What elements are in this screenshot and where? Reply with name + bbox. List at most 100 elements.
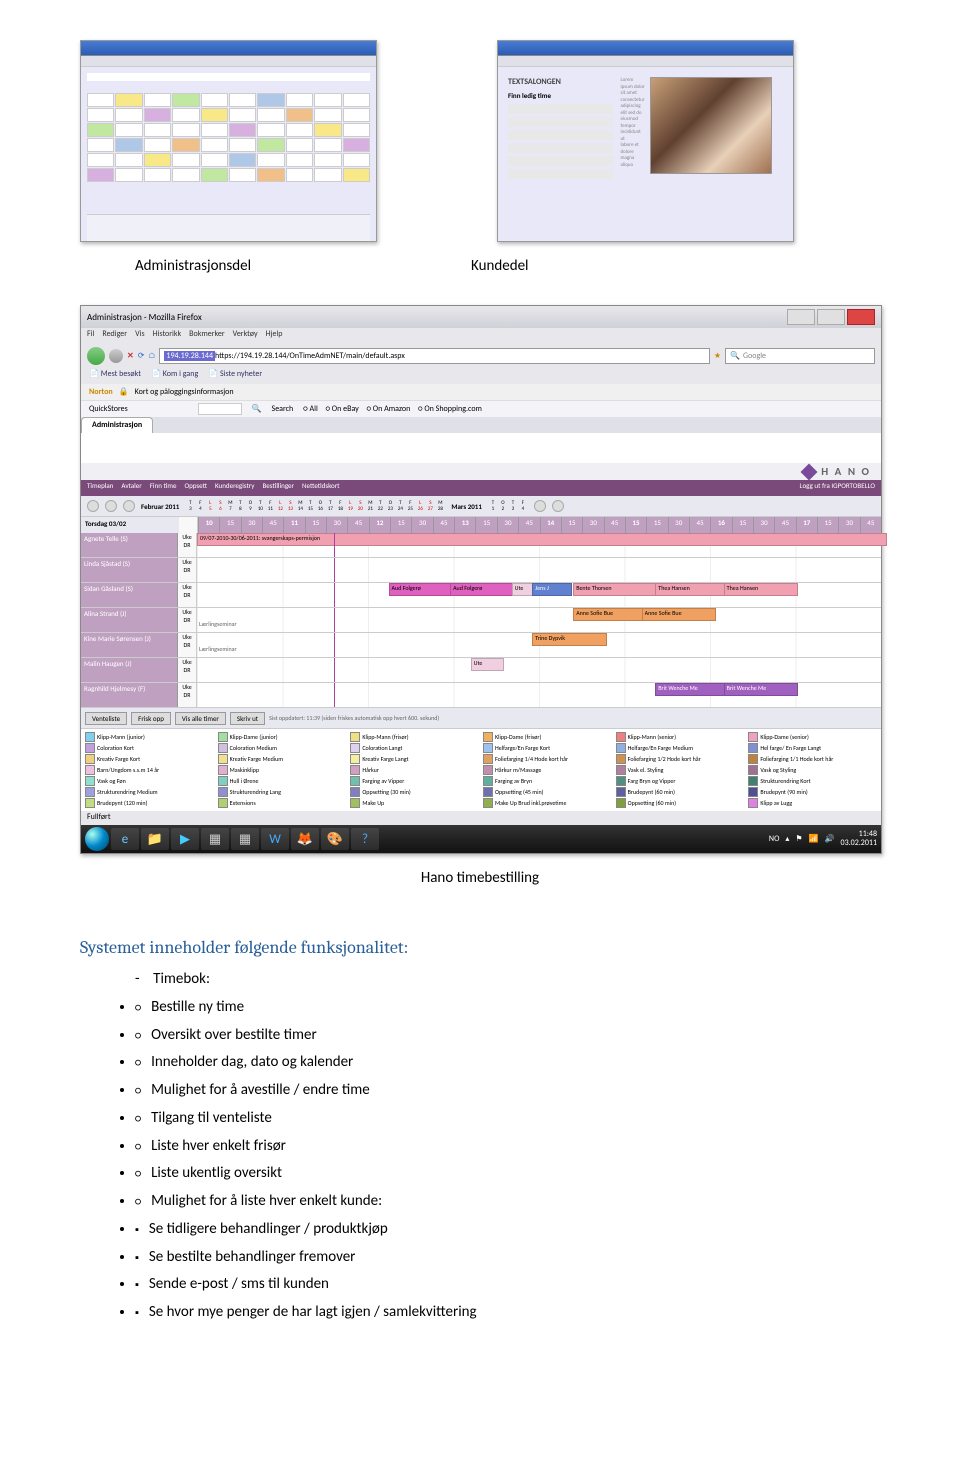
appointment[interactable]: Trine Dypvik	[532, 633, 606, 646]
appointment[interactable]: Bente Thorsen	[573, 583, 661, 596]
word-icon[interactable]: W	[261, 828, 289, 850]
legend-item: Farging av Vipper	[350, 776, 479, 786]
qs-search-field[interactable]	[198, 403, 242, 415]
app-icon-2[interactable]: ▦	[231, 828, 259, 850]
start-button[interactable]	[85, 827, 109, 851]
forward-button[interactable]	[109, 349, 123, 363]
legend-item: Kreativ Farge Langt	[350, 754, 479, 764]
firefox-screenshot: Administrasjon - Mozilla Firefox FilRedi…	[80, 305, 882, 854]
appointment[interactable]: Anne Sofie Bue	[573, 608, 647, 621]
date-next[interactable]	[534, 500, 546, 512]
qs-radio[interactable]: ○ On Shopping.com	[418, 404, 482, 414]
legend-item: Strukturendring Lang	[218, 787, 347, 797]
stop-icon[interactable]: ✕	[127, 351, 134, 361]
menu-item[interactable]: Rediger	[102, 329, 127, 343]
bookmark-item[interactable]: 📄 Mest besøkt	[89, 369, 141, 383]
menu-item[interactable]: Fil	[87, 329, 94, 343]
action-button[interactable]: Venteliste	[85, 712, 127, 725]
staff-row: Agnete Telle (S)UkeDR09/07-2010-30/06-20…	[81, 533, 881, 558]
appointment[interactable]: Aud Folgerø	[450, 583, 518, 596]
qs-radio[interactable]: ○ All	[303, 404, 319, 414]
tray-up-icon[interactable]: ▴	[785, 834, 789, 844]
app-menu-item[interactable]: Finn time	[150, 481, 177, 495]
ie-icon[interactable]: e	[111, 828, 139, 850]
staff-row: Malin Haugen (J)UkeDRUte	[81, 658, 881, 683]
staff-row: Ragnhild Hjelmesy (F)UkeDRBrit Wenche Me…	[81, 683, 881, 708]
legend-item: Make Up Brud inkl.prøvetime	[483, 798, 612, 808]
thumbnail-labels: Administrasjonsdel Kundedel	[135, 257, 880, 275]
appointment[interactable]: Brit Wenche Me	[724, 683, 798, 696]
date-prev3[interactable]	[123, 500, 135, 512]
appointment[interactable]: Brit Wenche Me	[655, 683, 729, 696]
menu-item[interactable]: Vis	[135, 329, 145, 343]
calendar-content: Torsdag 03/02 10153045111530451215304513…	[81, 517, 881, 811]
thumbnails-row: TEXTSALONGEN Finn ledig time Lorem ipsum…	[80, 40, 880, 242]
close-button[interactable]	[847, 309, 875, 325]
app-menu-item[interactable]: Bestillinger	[262, 481, 294, 495]
list-item: Inneholder dag, dato og kalender	[135, 1049, 880, 1077]
firefox-icon[interactable]: 🦊	[291, 828, 319, 850]
tray-net-icon[interactable]: 📶	[809, 834, 819, 844]
appointment[interactable]: Thea Hansen	[724, 583, 798, 596]
sub-list-item: Se bestilte behandlinger fremover	[135, 1244, 880, 1272]
app-menu-item[interactable]: Avtaler	[121, 481, 141, 495]
home-icon[interactable]: ⌂	[148, 351, 155, 361]
tray-lang[interactable]: NO	[769, 834, 779, 844]
appointment[interactable]: Jens J	[532, 583, 572, 596]
app-menu-item[interactable]: Nettetidskort	[302, 481, 340, 495]
appointment[interactable]: Aud Folgerø	[389, 583, 457, 596]
star-icon[interactable]: ★	[714, 351, 721, 361]
menu-item[interactable]: Bokmerker	[189, 329, 225, 343]
label-kunde: Kundedel	[471, 257, 528, 275]
logout-link[interactable]: Logg ut fra IGPORTOBELLO	[800, 481, 875, 495]
date-prev[interactable]	[87, 500, 99, 512]
section-heading: Systemet inneholder følgende funksjonali…	[80, 937, 880, 958]
legend-item: Brudepynt (90 min)	[748, 787, 877, 797]
action-button[interactable]: Skriv ut	[230, 712, 265, 725]
staff-name: Sidan Gåsland (S)	[81, 583, 178, 607]
appointment[interactable]: Thea Hansen	[655, 583, 729, 596]
legend-item: Make Up	[350, 798, 479, 808]
legend-item: Vask og Styling	[748, 765, 877, 775]
tray-vol-icon[interactable]: 🔊	[825, 834, 835, 844]
legend-item: Farging av Bryn	[483, 776, 612, 786]
tray-flag-icon[interactable]: ⚑	[795, 834, 802, 844]
norton-item[interactable]: Kort og påloggingsinformasjon	[135, 387, 234, 397]
app-icon[interactable]: ▦	[201, 828, 229, 850]
action-button[interactable]: Vis alle timer	[175, 712, 226, 725]
appointment[interactable]: Ute	[471, 658, 504, 671]
action-button[interactable]: Frisk opp	[131, 712, 171, 725]
appointment[interactable]: Anne Sofie Bue	[642, 608, 716, 621]
minimize-button[interactable]	[787, 309, 815, 325]
date-prev2[interactable]	[105, 500, 117, 512]
thumbnail-customer: TEXTSALONGEN Finn ledig time Lorem ipsum…	[497, 40, 794, 242]
search-box[interactable]: 🔍Google	[725, 348, 875, 364]
thumbnail-admin	[80, 40, 377, 242]
paint-icon[interactable]: 🎨	[321, 828, 349, 850]
app-menu-item[interactable]: Timeplan	[87, 481, 113, 495]
date-next2[interactable]	[552, 500, 564, 512]
address-bar[interactable]: 194.19.28.144 https://194.19.28.144/OnTi…	[159, 348, 709, 364]
legend-item: Hårkur m/Massage	[483, 765, 612, 775]
qs-search-label[interactable]: Search	[272, 404, 294, 414]
tab-admin[interactable]: Administrasjon	[81, 417, 153, 433]
menu-item[interactable]: Hjelp	[266, 329, 283, 343]
menu-item[interactable]: Historikk	[153, 329, 182, 343]
bookmark-item[interactable]: 📄 Siste nyheter	[208, 369, 262, 383]
maximize-button[interactable]	[817, 309, 845, 325]
bookmark-item[interactable]: 📄 Kom i gang	[151, 369, 198, 383]
menu-item[interactable]: Verktøy	[233, 329, 258, 343]
legend-item: Klipp-Dame (junior)	[218, 732, 347, 742]
back-button[interactable]	[87, 347, 105, 365]
help-icon[interactable]: ?	[351, 828, 379, 850]
explorer-icon[interactable]: 📁	[141, 828, 169, 850]
app-menu-item[interactable]: Kunderegistry	[215, 481, 254, 495]
reload-icon[interactable]: ⟳	[138, 351, 145, 361]
legend-item: Barn/Ungdom s.s.m 14 år	[85, 765, 214, 775]
app-menu-item[interactable]: Oppsett	[184, 481, 207, 495]
qs-radio[interactable]: ○ On Amazon	[367, 404, 413, 414]
qs-radio[interactable]: ○ On eBay	[326, 404, 361, 414]
label-admin: Administrasjonsdel	[135, 257, 251, 275]
legend-item: Strukturendring Medium	[85, 787, 214, 797]
media-icon[interactable]: ▶	[171, 828, 199, 850]
